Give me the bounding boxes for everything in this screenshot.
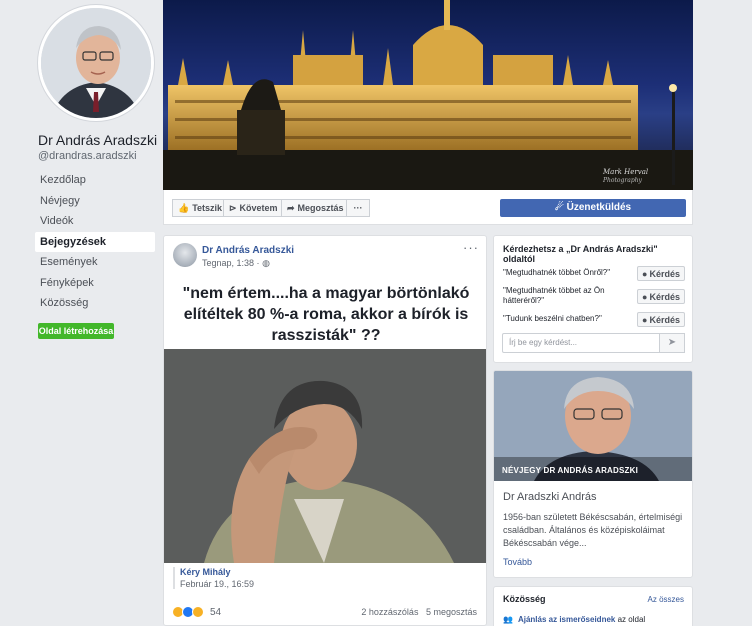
nav-item-videos[interactable]: Videók — [35, 211, 155, 232]
about-card: NÉVJEGY DR ANDRÁS ARADSZKI Dr Aradszki A… — [493, 370, 693, 578]
nav-item-community[interactable]: Közösség — [35, 293, 155, 314]
shares-count[interactable]: 5 megosztás — [426, 607, 477, 617]
post-timestamp[interactable]: Tegnap, 1:38 · ◍ — [202, 258, 270, 269]
follow-label: Követem — [239, 203, 278, 213]
send-icon[interactable]: ➤ — [659, 333, 685, 353]
post-stats: 2 hozzászólás 5 megosztás — [356, 607, 477, 617]
comments-count[interactable]: 2 hozzászólás — [361, 607, 418, 617]
shared-source: Kéry Mihály Február 19., 16:59 — [173, 567, 254, 589]
see-all-link[interactable]: Az összes — [648, 595, 684, 604]
reactions-summary[interactable]: 54 — [172, 606, 221, 618]
like-button[interactable]: 👍 Tetszik — [172, 199, 229, 217]
profile-photo — [41, 8, 151, 118]
shared-author-name[interactable]: Kéry Mihály — [180, 567, 254, 577]
about-image-label: NÉVJEGY DR ANDRÁS ARADSZKI — [502, 466, 639, 475]
watermark-text: Mark Herval — [602, 168, 648, 176]
share-arrow-icon: ➦ — [287, 203, 295, 213]
about-image[interactable]: NÉVJEGY DR ANDRÁS ARADSZKI — [494, 371, 692, 481]
follow-button[interactable]: ⊳ Követem — [223, 199, 284, 217]
shared-date[interactable]: Február 19., 16:59 — [180, 579, 254, 589]
nav-item-photos[interactable]: Fényképek — [35, 273, 155, 294]
page-action-bar: 👍 Tetszik ⊳ Követem ➦ Megosztás ··· ☄ Üz… — [163, 190, 693, 225]
thumbs-up-icon: 👍 — [178, 203, 190, 213]
message-button[interactable]: ☄ Üzenetküldés — [500, 199, 686, 217]
page-nav: Kezdőlap Névjegy Videók Bejegyzések Esem… — [35, 170, 155, 314]
messenger-icon: ● — [642, 268, 648, 279]
nav-item-about[interactable]: Névjegy — [35, 191, 155, 212]
nav-item-posts[interactable]: Bejegyzések — [35, 231, 155, 252]
wow-reaction-icon — [192, 606, 204, 618]
messenger-icon: ☄ — [554, 202, 564, 213]
ask-button[interactable]: ● Kérdés — [637, 266, 685, 281]
share-label: Megosztás — [297, 203, 344, 213]
invite-link[interactable]: Ajánlás az ismerőseidnek — [518, 615, 615, 624]
post-author-avatar[interactable] — [173, 243, 197, 267]
messenger-icon: ● — [642, 291, 648, 302]
nav-item-home[interactable]: Kezdőlap — [35, 170, 155, 191]
about-name: Dr Aradszki András — [503, 491, 597, 503]
profile-avatar[interactable] — [38, 5, 154, 121]
post-author-name[interactable]: Dr András Aradszki — [202, 245, 294, 256]
portrait-illustration — [494, 371, 692, 481]
question-text: "Megtudhatnék többet az Ön hátteréről?" — [503, 286, 605, 305]
post-time-text: Tegnap, 1:38 · — [202, 258, 260, 268]
parliament-illustration: Mark Herval Photography — [163, 0, 693, 190]
question-row: "Tudunk beszélni chatben?" ● Kérdés — [503, 312, 685, 327]
questions-title: Kérdezhetsz a „Dr András Aradszki" oldal… — [503, 244, 658, 264]
question-text: "Tudunk beszélni chatben?" — [503, 314, 602, 323]
see-more-link[interactable]: Tovább — [503, 557, 532, 567]
page-name[interactable]: Dr András Aradszki — [38, 132, 157, 148]
more-options-button[interactable]: ··· — [346, 199, 370, 217]
post-image[interactable] — [164, 349, 486, 563]
cover-photo[interactable]: Mark Herval Photography — [163, 0, 693, 190]
man-portrait-illustration — [164, 349, 486, 563]
globe-icon: ◍ — [262, 258, 270, 268]
post-card: Dr András Aradszki Tegnap, 1:38 · ◍ ··· … — [163, 235, 487, 626]
community-title: Közösség — [503, 594, 546, 604]
message-label: Üzenetküldés — [566, 202, 632, 213]
ask-button[interactable]: ● Kérdés — [637, 312, 685, 327]
ask-button-label: Kérdés — [649, 291, 680, 302]
reaction-count: 54 — [210, 606, 222, 618]
community-card: Közösség Az összes 👥 Ajánlás az ismerőse… — [493, 586, 693, 626]
left-column: Dr András Aradszki @drandras.aradszki Ke… — [0, 0, 162, 626]
ask-button-label: Kérdés — [649, 314, 680, 325]
share-button[interactable]: ➦ Megosztás — [281, 199, 350, 217]
people-icon: 👥 — [503, 615, 513, 624]
ask-button[interactable]: ● Kérdés — [637, 289, 685, 304]
invite-rest: az oldal — [617, 615, 646, 624]
question-text: "Megtudhatnék többet Önről?" — [503, 268, 611, 277]
question-row: "Megtudhatnék többet Önről?" ● Kérdés — [503, 266, 685, 281]
watermark-subtext: Photography — [602, 177, 643, 184]
like-label: Tetszik — [192, 203, 223, 213]
post-quote-text: "nem értem....ha a magyar börtönlakó elí… — [182, 285, 470, 344]
post-options-icon[interactable]: ··· — [463, 240, 479, 255]
nav-item-events[interactable]: Események — [35, 252, 155, 273]
rss-icon: ⊳ — [229, 203, 237, 213]
about-text: 1956-ban született Békéscsabán, értelmis… — [503, 512, 683, 548]
invite-friends-row[interactable]: 👥 Ajánlás az ismerőseidnek az oldal — [503, 615, 645, 624]
question-row: "Megtudhatnék többet az Ön hátteréről?" … — [503, 286, 685, 306]
create-page-button[interactable]: Oldal létrehozása — [38, 323, 114, 339]
question-input[interactable]: Írj be egy kérdést... — [502, 333, 660, 353]
ask-questions-card: Kérdezhetsz a „Dr András Aradszki" oldal… — [493, 235, 693, 363]
ask-button-label: Kérdés — [649, 268, 680, 279]
page-handle: @drandras.aradszki — [38, 150, 137, 162]
messenger-icon: ● — [642, 314, 648, 325]
